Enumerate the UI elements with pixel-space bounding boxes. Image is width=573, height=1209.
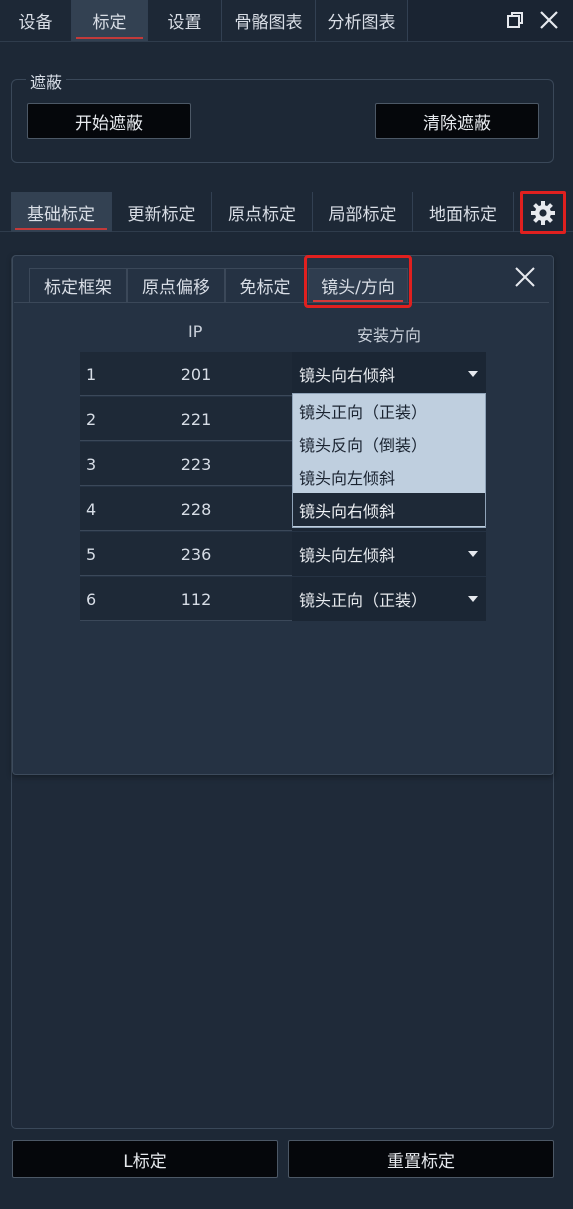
mask-group-title: 遮蔽 (26, 69, 67, 93)
caret-down-icon (468, 551, 478, 557)
start-mask-button[interactable]: 开始遮蔽 (27, 103, 191, 139)
dropdown-option[interactable]: 镜头正向（正装） (293, 394, 485, 427)
table-row: 1 201 镜头向右倾斜 (80, 352, 486, 396)
row-ip: 236 (180, 544, 212, 564)
tab-local-calibration[interactable]: 局部标定 (313, 192, 413, 232)
tab-origin-calibration[interactable]: 原点标定 (212, 192, 313, 232)
row-number: 6 (86, 589, 97, 609)
row-ip: 221 (180, 409, 212, 429)
dialog-tab-bar: 标定框架 原点偏移 免标定 镜头/方向 (29, 268, 549, 304)
row-number: 3 (86, 454, 97, 474)
tab-calibration[interactable]: 标定 (72, 0, 148, 41)
row-number: 2 (86, 409, 97, 429)
row-ip: 223 (180, 454, 212, 474)
tab-calibration-free[interactable]: 免标定 (225, 268, 305, 302)
row-number: 1 (86, 364, 97, 384)
caret-down-icon (468, 371, 478, 377)
caret-down-icon (468, 596, 478, 602)
row-ip: 201 (180, 364, 212, 384)
gear-icon (531, 200, 555, 225)
dropdown-option[interactable]: 镜头向左倾斜 (293, 460, 485, 493)
close-icon[interactable] (537, 8, 561, 32)
reset-calibration-button[interactable]: 重置标定 (288, 1140, 554, 1178)
top-tab-bar: 设备 标定 设置 骨骼图表 分析图表 (0, 0, 573, 42)
restore-window-icon[interactable] (503, 8, 527, 32)
settings-button[interactable] (520, 191, 566, 234)
tab-basic-calibration[interactable]: 基础标定 (11, 192, 112, 232)
dropdown-option[interactable]: 镜头反向（倒装） (293, 427, 485, 460)
direction-select[interactable]: 镜头向左倾斜 (292, 532, 486, 576)
dropdown-option-selected[interactable]: 镜头向右倾斜 (293, 493, 485, 526)
l-calibration-button[interactable]: L标定 (12, 1140, 278, 1178)
direction-dropdown-list: 镜头正向（正装） 镜头反向（倒装） 镜头向左倾斜 镜头向右倾斜 (292, 393, 486, 528)
active-tab-highlight (304, 255, 412, 308)
direction-select[interactable]: 镜头向右倾斜 (292, 352, 486, 396)
row-number: 4 (86, 499, 97, 519)
dialog-close-icon[interactable] (513, 265, 537, 289)
tab-analysis-chart[interactable]: 分析图表 (316, 0, 408, 41)
row-ip: 112 (180, 589, 212, 609)
direction-select[interactable]: 镜头正向（正装） (292, 577, 486, 621)
clear-mask-button[interactable]: 清除遮蔽 (375, 103, 539, 139)
column-header-ip: IP (188, 322, 203, 341)
tab-skeleton-chart[interactable]: 骨骼图表 (222, 0, 316, 41)
direction-select-value: 镜头向左倾斜 (299, 546, 396, 565)
tab-settings[interactable]: 设置 (148, 0, 222, 41)
column-header-direction: 安装方向 (357, 326, 422, 345)
calibration-tab-bar: 基础标定 更新标定 原点标定 局部标定 地面标定 (0, 192, 573, 232)
tab-device[interactable]: 设备 (0, 0, 72, 41)
direction-select-value: 镜头向右倾斜 (299, 366, 396, 385)
tab-update-calibration[interactable]: 更新标定 (112, 192, 212, 232)
table-row: 5 236 镜头向左倾斜 (80, 532, 486, 576)
direction-select-value: 镜头正向（正装） (299, 591, 428, 610)
row-number: 5 (86, 544, 97, 564)
table-row: 6 112 镜头正向（正装） (80, 577, 486, 621)
tab-origin-offset[interactable]: 原点偏移 (127, 268, 225, 302)
tab-ground-calibration[interactable]: 地面标定 (413, 192, 514, 232)
dialog-tab-divider (14, 302, 549, 303)
row-ip: 228 (180, 499, 212, 519)
tab-calibration-frame[interactable]: 标定框架 (29, 268, 127, 302)
